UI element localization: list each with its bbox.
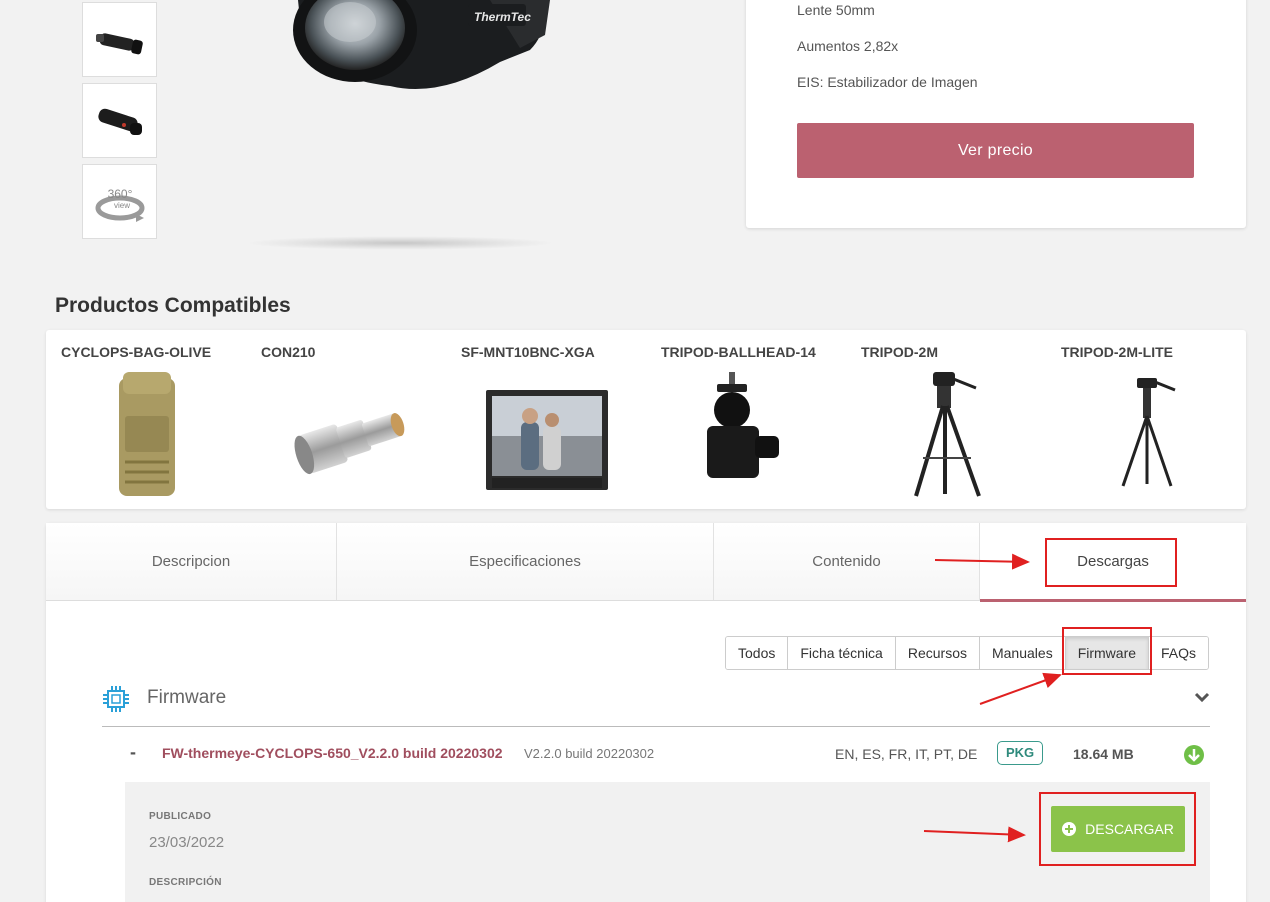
tab-especificaciones[interactable]: Especificaciones (337, 523, 714, 600)
spec-magnification: Aumentos 2,82x (797, 38, 899, 54)
annotation-box-descargar (1039, 792, 1196, 866)
thumbnail-monocular-side[interactable] (82, 2, 157, 77)
annotation-box-descargas (1045, 538, 1177, 587)
product-name: CON210 (261, 344, 316, 360)
compatible-product-card[interactable]: SF-MNT10BNC-XGA (461, 344, 651, 504)
product-image-connector (294, 413, 405, 475)
filter-todos[interactable]: Todos (726, 637, 789, 669)
published-label: PUBLICADO (149, 811, 212, 822)
brand-logo-text: ThermTec (474, 10, 531, 24)
chevron-down-icon[interactable] (1194, 691, 1210, 703)
hero-image-shadow (245, 236, 555, 250)
thumbnail-360-view[interactable]: 360° view (82, 164, 157, 239)
firmware-section-header[interactable]: Firmware (102, 683, 1210, 727)
product-hero-image: ThermTec (293, 0, 550, 89)
product-name: TRIPOD-BALLHEAD-14 (661, 344, 816, 360)
view360-word: view (113, 201, 129, 210)
compatible-product-card[interactable]: TRIPOD-BALLHEAD-14 (661, 344, 851, 504)
product-name: TRIPOD-2M-LITE (1061, 344, 1173, 360)
filter-manuales[interactable]: Manuales (979, 637, 1066, 669)
chip-icon (103, 686, 129, 712)
compatible-product-card[interactable]: CON210 (261, 344, 451, 504)
product-image-monitor (486, 390, 608, 490)
compatible-products-carousel: CYCLOPS-BAG-OLIVE CON210 SF-MNT10BNC-XGA… (46, 330, 1246, 509)
product-image-bag (119, 372, 175, 496)
compatible-product-card[interactable]: CYCLOPS-BAG-OLIVE (61, 344, 251, 504)
description-label: DESCRIPCIÓN (149, 877, 222, 888)
product-image-ballhead (707, 372, 779, 478)
download-circle-icon[interactable] (1183, 744, 1205, 766)
product-name: TRIPOD-2M (861, 344, 938, 360)
annotation-box-firmware (1062, 627, 1152, 675)
spec-lens: Lente 50mm (797, 2, 875, 18)
file-row[interactable]: - FW-thermeye-CYCLOPS-650_V2.2.0 build 2… (102, 728, 1210, 782)
file-version: V2.2.0 build 20220302 (524, 746, 655, 761)
file-name[interactable]: FW-thermeye-CYCLOPS-650_V2.2.0 build 202… (162, 745, 503, 761)
file-size: 18.64 MB (1073, 746, 1134, 762)
tab-descripcion[interactable]: Descripcion (46, 523, 337, 600)
view-price-button[interactable]: Ver precio (797, 123, 1194, 178)
section-title: Firmware (147, 687, 227, 708)
product-image-tripod-lite (1121, 378, 1176, 487)
monocular-thumb-icon (97, 108, 142, 135)
product-info-card: Lente 50mm Aumentos 2,82x EIS: Estabiliz… (746, 0, 1246, 228)
thumbnail-monocular-top[interactable] (82, 83, 157, 158)
spec-eis: EIS: Estabilizador de Imagen (797, 74, 978, 90)
file-type-badge: PKG (997, 741, 1044, 765)
rotate-360-icon: 360° view (95, 187, 144, 222)
filter-ficha-tecnica[interactable]: Ficha técnica (788, 637, 896, 669)
published-date: 23/03/2022 (149, 834, 225, 851)
filter-recursos[interactable]: Recursos (895, 637, 980, 669)
compatible-product-card[interactable]: TRIPOD-2M-LITE (1061, 344, 1251, 504)
compatible-products-title: Productos Compatibles (55, 294, 291, 317)
compatible-product-card[interactable]: TRIPOD-2M (861, 344, 1051, 504)
tab-contenido[interactable]: Contenido (714, 523, 980, 600)
file-languages: EN, ES, FR, IT, PT, DE (835, 746, 978, 762)
view360-number: 360° (107, 187, 132, 201)
filter-faqs[interactable]: FAQs (1149, 637, 1209, 669)
thumbnail-strip: 360° view (82, 2, 157, 245)
product-image-tripod (914, 372, 981, 497)
monocular-thumb-icon (95, 32, 143, 54)
collapse-toggle[interactable]: - (130, 742, 136, 763)
product-name: CYCLOPS-BAG-OLIVE (61, 344, 212, 360)
product-name: SF-MNT10BNC-XGA (461, 344, 595, 360)
